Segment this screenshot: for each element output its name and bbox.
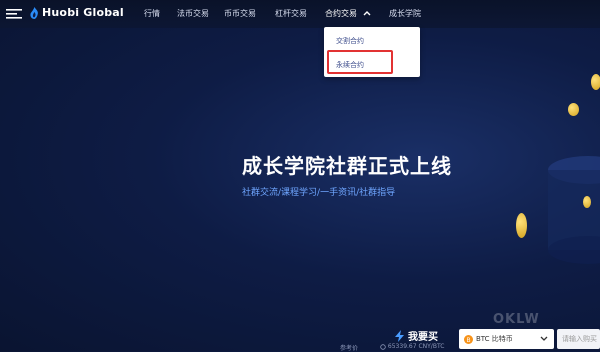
reference-price-value: 65339.67 CNY/BTC bbox=[380, 343, 444, 350]
watermark: OKLW bbox=[493, 312, 540, 327]
decorative-cylinder bbox=[548, 156, 600, 264]
amount-input[interactable]: 请输入购买 bbox=[557, 329, 600, 349]
bitcoin-icon: B bbox=[464, 334, 473, 344]
hero-subtitle: 社群交流/课程学习/一手资讯/社群指导 bbox=[242, 188, 396, 198]
buy-label: 我要买 bbox=[408, 332, 438, 343]
coin-icon bbox=[583, 196, 591, 208]
coin-icon bbox=[516, 213, 527, 238]
hero-title: 成长学院社群正式上线 bbox=[242, 154, 452, 178]
contract-trade-label: 合约交易 bbox=[325, 9, 357, 18]
huobi-logo[interactable]: Huobi Global bbox=[30, 6, 124, 19]
nav-item-market[interactable]: 行情 bbox=[144, 8, 160, 19]
nav-item-contract-trade[interactable]: 合约交易 bbox=[325, 8, 371, 19]
currency-select-value: BTC 比特币 bbox=[476, 335, 513, 343]
buy-button[interactable]: 我要买 bbox=[395, 328, 438, 343]
chevron-down-icon bbox=[540, 336, 548, 341]
top-nav: Huobi Global 行情 法币交易 币币交易 杠杆交易 合约交易 成长学院 bbox=[0, 0, 600, 28]
highlight-box bbox=[327, 50, 393, 74]
menu-icon[interactable] bbox=[6, 8, 22, 20]
dropdown-item-delivery-contract[interactable]: 交割合约 bbox=[336, 36, 364, 46]
coin-icon bbox=[591, 74, 600, 90]
coin-icon bbox=[568, 103, 579, 116]
nav-item-coin-trade[interactable]: 币币交易 bbox=[224, 8, 256, 19]
nav-item-fiat-trade[interactable]: 法币交易 bbox=[177, 8, 209, 19]
nav-item-academy[interactable]: 成长学院 bbox=[389, 8, 421, 19]
chevron-up-icon bbox=[363, 11, 371, 16]
nav-item-margin-trade[interactable]: 杠杆交易 bbox=[275, 8, 307, 19]
flame-icon bbox=[30, 6, 38, 19]
brand-name: Huobi Global bbox=[42, 6, 124, 19]
currency-select[interactable]: B BTC 比特币 bbox=[459, 329, 554, 349]
refresh-icon bbox=[380, 343, 386, 350]
reference-price-text: 65339.67 CNY/BTC bbox=[387, 343, 445, 350]
svg-text:B: B bbox=[466, 337, 470, 344]
lightning-icon bbox=[395, 329, 404, 342]
